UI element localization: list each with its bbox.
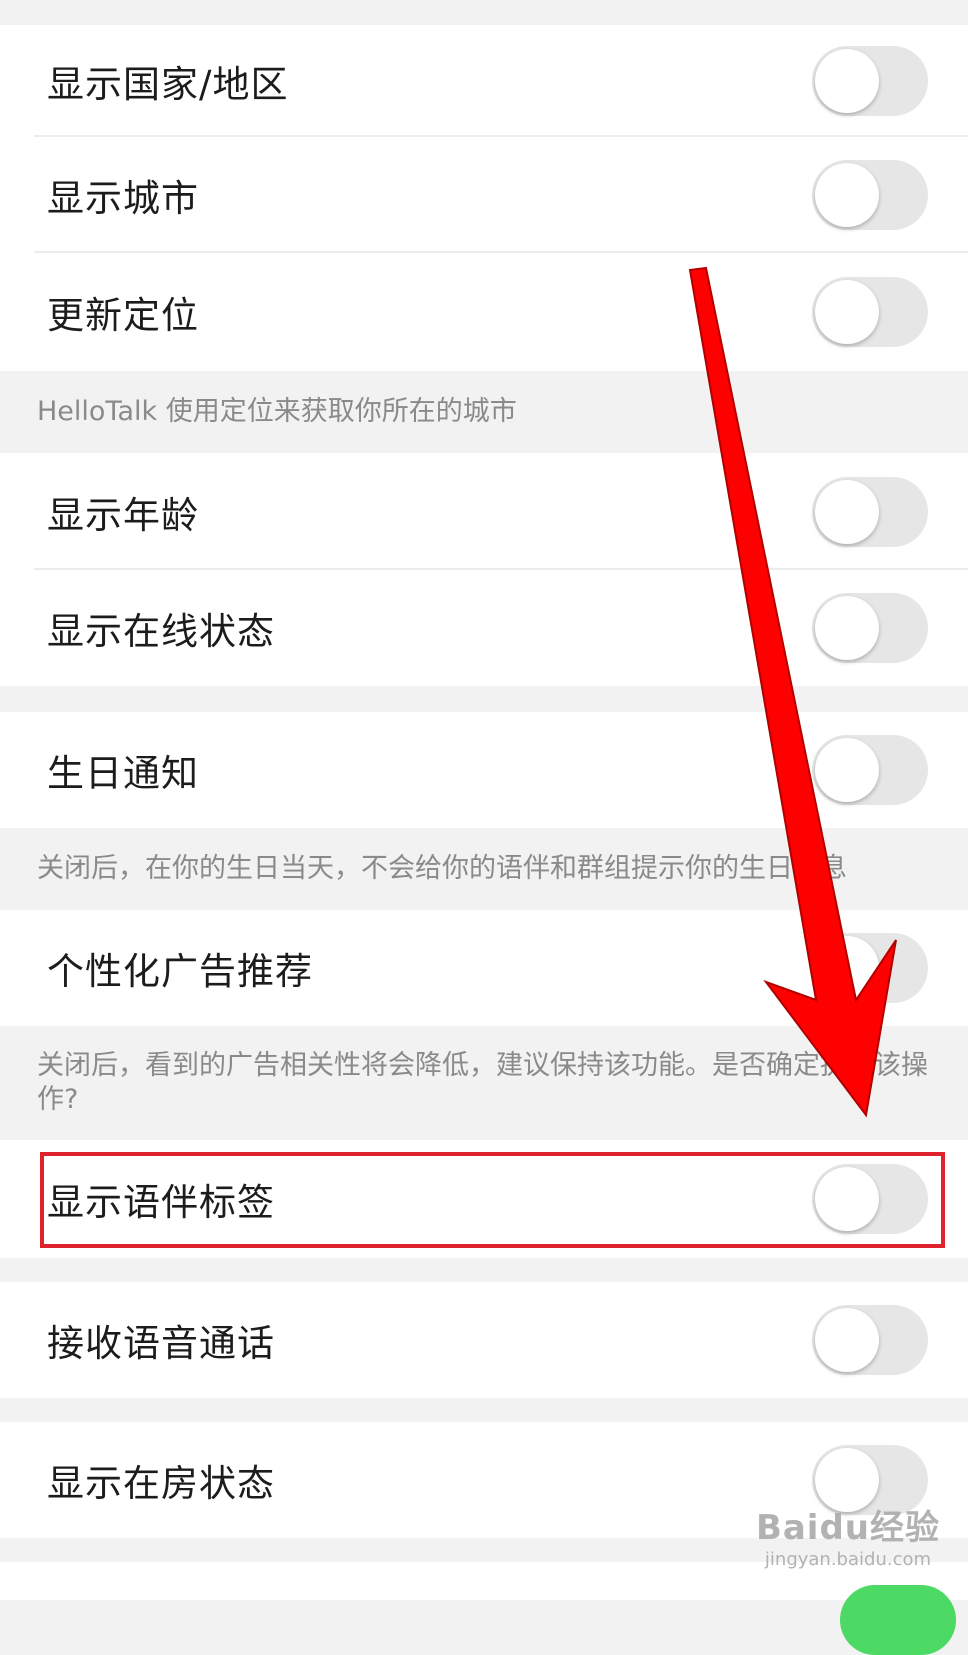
setting-row-show-city: 显示城市: [0, 137, 968, 253]
setting-row-show-partner-tag: 显示语伴标签: [0, 1140, 968, 1258]
birthday-note: 关闭后，在你的生日当天，不会给你的语伴和群组提示你的生日信息: [0, 828, 968, 910]
ads-note-text: 关闭后，看到的广告相关性将会降低，建议保持该功能。是否确定执行该操作?: [37, 1050, 928, 1115]
toggle-knob: [815, 479, 879, 544]
setting-row-birthday-notice: 生日通知: [0, 712, 968, 828]
setting-label: 生日通知: [47, 752, 199, 795]
toggle-knob: [815, 1167, 879, 1231]
setting-row-update-location: 更新定位: [0, 253, 968, 371]
show-partner-tag-toggle[interactable]: [812, 1164, 928, 1234]
birthday-note-text: 关闭后，在你的生日当天，不会给你的语伴和群组提示你的生日信息: [37, 853, 847, 884]
setting-label: 显示城市: [47, 177, 199, 220]
setting-label: 显示年龄: [47, 493, 199, 537]
setting-label: 个性化广告推荐: [47, 950, 313, 993]
birthday-notice-toggle[interactable]: [812, 735, 928, 805]
setting-row-show-online-status: 显示在线状态: [0, 570, 968, 686]
setting-label: 接收语音通话: [47, 1322, 275, 1365]
baidu-watermark: Baidu经验 jingyan.baidu.com: [756, 1500, 940, 1570]
watermark-brand: Baidu经验: [755, 1508, 940, 1548]
location-note: HelloTalk 使用定位来获取你所在的城市: [0, 371, 968, 453]
toggle-knob: [815, 1308, 879, 1372]
ads-note: 关闭后，看到的广告相关性将会降低，建议保持该功能。是否确定执行该操作?: [0, 1026, 968, 1140]
setting-row-personalized-ads: 个性化广告推荐: [0, 910, 968, 1026]
location-note-text: HelloTalk 使用定位来获取你所在的城市: [37, 396, 517, 427]
setting-row-receive-voice-call: 接收语音通话: [0, 1282, 968, 1398]
toggle-knob: [815, 596, 879, 660]
setting-label: 显示在线状态: [47, 610, 275, 653]
show-country-toggle[interactable]: [812, 46, 928, 116]
toggle-knob: [815, 936, 879, 1000]
setting-label: 更新定位: [47, 294, 199, 337]
setting-label: 显示国家/地区: [47, 63, 289, 106]
show-age-toggle[interactable]: [812, 476, 928, 547]
toggle-knob: [815, 280, 879, 344]
show-city-toggle[interactable]: [812, 160, 928, 230]
setting-label: 显示语伴标签: [47, 1181, 275, 1224]
toggle-knob: [815, 163, 879, 227]
toggle-knob: [815, 49, 879, 113]
watermark-sub: jingyan.baidu.com: [764, 1549, 932, 1570]
update-location-toggle[interactable]: [812, 277, 928, 347]
show-online-status-toggle[interactable]: [812, 593, 928, 663]
setting-row-show-country: 显示国家/地区: [0, 25, 968, 137]
receive-voice-call-toggle[interactable]: [812, 1305, 928, 1375]
setting-label: 显示在房状态: [47, 1462, 275, 1505]
personalized-ads-toggle[interactable]: [812, 933, 928, 1003]
setting-row-show-age: 显示年龄: [0, 453, 968, 570]
toggle-knob: [815, 738, 879, 802]
partial-toggle-on[interactable]: [840, 1585, 956, 1655]
